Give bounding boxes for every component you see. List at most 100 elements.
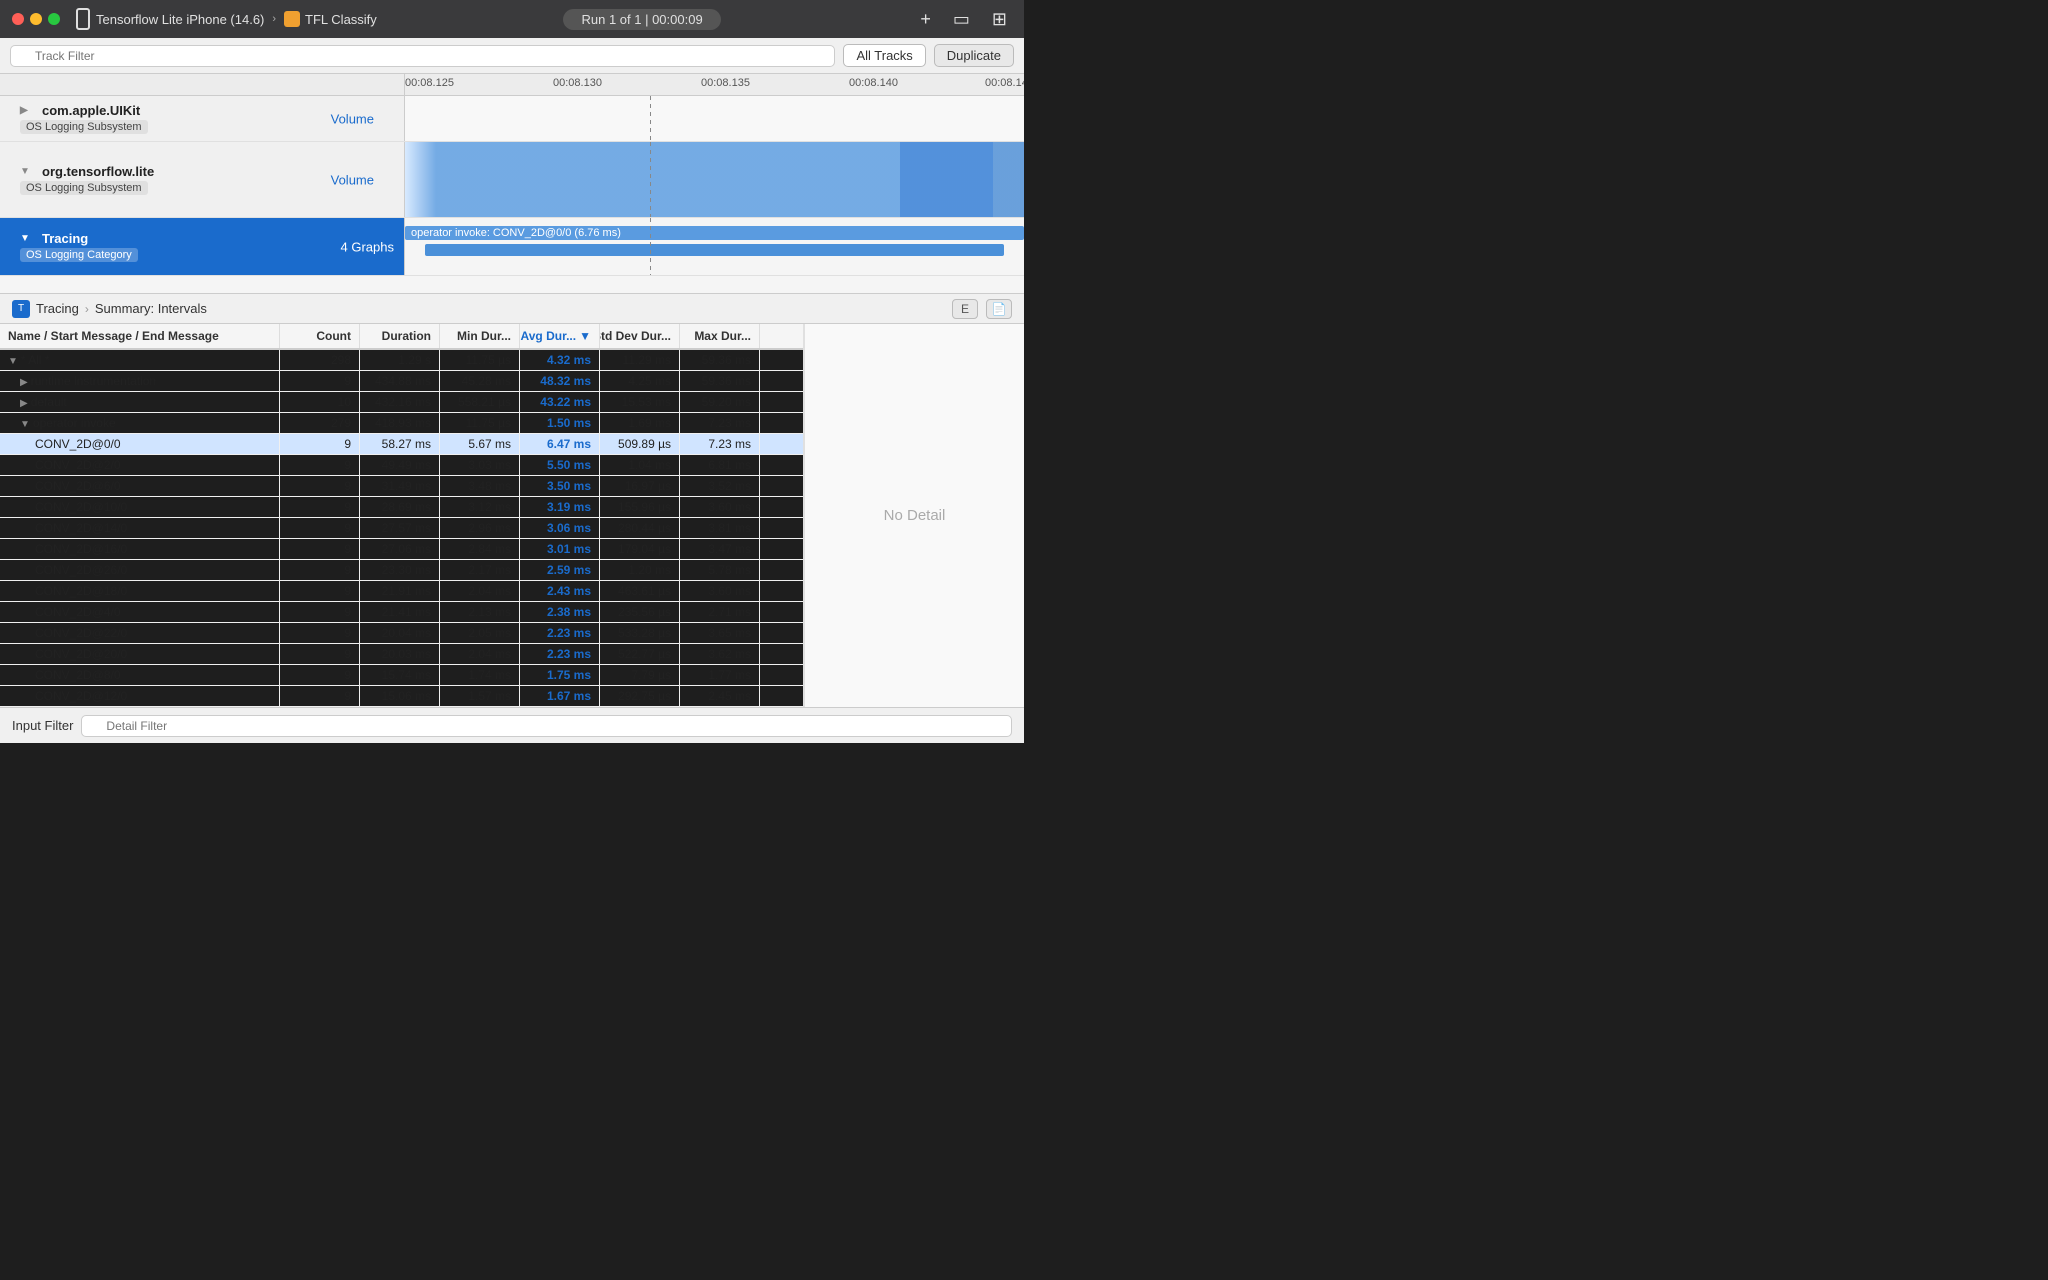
all-tracks-button[interactable]: All Tracks [843, 44, 925, 67]
td-duration: 31.49 ms [360, 476, 440, 496]
table-row[interactable]: CONV_2D@18/0 9 21.91 ms 2.04 ms 2.43 ms … [0, 581, 803, 602]
td-min-dur: 2.17 ms [440, 560, 520, 580]
td-count: 9 [280, 665, 360, 685]
tracing-expand-icon[interactable]: ▼ [20, 233, 34, 244]
export-table-button[interactable]: E [952, 299, 978, 319]
th-name-label: Name / Start Message / End Message [8, 329, 219, 343]
th-std-dev[interactable]: Std Dev Dur... [600, 324, 680, 348]
th-duration[interactable]: Duration [360, 324, 440, 348]
td-avg-dur: 5.50 ms [520, 455, 600, 475]
minimize-button[interactable] [30, 13, 42, 25]
tracing-cursor [650, 218, 651, 275]
td-duration: 15.06 ms [360, 686, 440, 706]
td-max-dur: 3.60 ms [680, 497, 760, 517]
td-avg-dur: 4.32 ms [520, 350, 600, 370]
device-name: Tensorflow Lite iPhone (14.6) [96, 12, 264, 27]
td-count: 9 [280, 455, 360, 475]
row-expand-icon[interactable]: ▼ [20, 419, 30, 430]
td-avg-dur: 43.22 ms [520, 392, 600, 412]
th-max-dur[interactable]: Max Dur... [680, 324, 760, 348]
uikit-expand-icon[interactable]: ▶ [20, 105, 34, 116]
table-row[interactable]: ▶runtime instrumentation 9 434.88 ms 45.… [0, 371, 803, 392]
row-expand-icon[interactable]: ▶ [20, 398, 28, 409]
breadcrumb-section: Tracing [36, 301, 79, 316]
td-max-dur: 2.45 ms [680, 686, 760, 706]
table-row[interactable]: CONV_2D@12/0 9 15.06 ms 1.57 ms 1.67 ms … [0, 686, 803, 707]
td-min-dur: 558.21 µs [440, 392, 520, 412]
table-row[interactable]: CONV_2D@4/0 9 21.41 ms 2.13 ms 2.38 ms 2… [0, 602, 803, 623]
detail-filter-input[interactable] [81, 715, 1012, 737]
td-min-dur: 2.84 ms [440, 539, 520, 559]
td-duration: 418.93 ms [360, 413, 440, 433]
td-name: CONV_2D@8/0 [0, 665, 280, 685]
td-avg-dur: 2.38 ms [520, 602, 600, 622]
td-avg-dur: 6.47 ms [520, 434, 600, 454]
td-min-dur: 2.13 ms [440, 602, 520, 622]
tensorflow-expand-icon[interactable]: ▼ [20, 166, 34, 177]
td-max-dur: 3.47 ms [680, 539, 760, 559]
td-std-dev: 292.75 µs [600, 686, 680, 706]
td-duration: 27.06 ms [360, 539, 440, 559]
table-row[interactable]: CONV_2D@22/0 9 20.04 ms 2.05 ms 2.23 ms … [0, 623, 803, 644]
detail-filter-wrap: ⊜ [81, 715, 1012, 737]
td-std-dev: 463.61 µs [600, 581, 680, 601]
td-max-dur: 2.71 ms [680, 602, 760, 622]
tracing-name: Tracing [42, 231, 88, 246]
th-count[interactable]: Count [280, 324, 360, 348]
close-button[interactable] [12, 13, 24, 25]
time-mark-4: 00:08.145 [985, 77, 1024, 89]
sort-arrow-icon: ▼ [579, 329, 591, 343]
table-row[interactable]: ▼operator invoke 279 418.93 ms 11.75 µs … [0, 413, 803, 434]
td-std-dev: 15.53 ms [600, 392, 680, 412]
fullscreen-button[interactable] [48, 13, 60, 25]
table-row[interactable]: CONV_2D@6/0 9 31.49 ms 3.48 ms 3.50 ms 1… [0, 476, 803, 497]
table-row[interactable]: CONV_2D@8/0 9 15.74 ms 1.74 ms 1.75 ms 7… [0, 665, 803, 686]
td-count: 9 [280, 497, 360, 517]
table-row[interactable]: ▼* All * 298 1.29 s 11.75 µs 4.32 ms 11.… [0, 350, 803, 371]
td-std-dev: 1.69 ms [600, 413, 680, 433]
td-count: 9 [280, 644, 360, 664]
td-std-dev: 522.77 µs [600, 644, 680, 664]
table-row[interactable]: CONV_2D@16/0 9 27.06 ms 2.84 ms 3.01 ms … [0, 539, 803, 560]
layout-button[interactable]: ▭ [948, 8, 975, 30]
td-std-dev: 280.44 µs [600, 518, 680, 538]
breadcrumb-icon-text: T [18, 303, 24, 314]
td-std-dev: 1.04 ms [600, 455, 680, 475]
th-min-dur-label: Min Dur... [457, 329, 511, 343]
row-expand-icon[interactable]: ▶ [20, 377, 28, 388]
td-name: CONV_2D@4/0 [0, 602, 280, 622]
table-row[interactable]: CONV_2D@10/0 9 28.69 ms 3.12 ms 3.19 ms … [0, 497, 803, 518]
td-std-dev: 509.89 µs [600, 434, 680, 454]
row-expand-icon[interactable]: ▼ [8, 356, 18, 367]
td-duration: 432.16 ms [360, 392, 440, 412]
track-filter-input[interactable] [10, 45, 835, 67]
td-min-dur: 2.96 ms [440, 518, 520, 538]
table-row[interactable]: CONV_2D@2/0 9 49.49 ms 3.03 ms 5.50 ms 1… [0, 455, 803, 476]
table-row[interactable]: CONV_2D@0/0 9 58.27 ms 5.67 ms 6.47 ms 5… [0, 434, 803, 455]
td-min-dur: 3.48 ms [440, 476, 520, 496]
uikit-name: com.apple.UIKit [42, 103, 140, 118]
td-max-dur: 5.78 ms [680, 560, 760, 580]
table-row[interactable]: CONV_2D@14/0 9 27.57 ms 2.96 ms 3.06 ms … [0, 518, 803, 539]
table-row[interactable]: CONV_2D@26/0 9 23.30 ms 2.17 ms 2.59 ms … [0, 560, 803, 581]
device-label: Tensorflow Lite iPhone (14.6) [76, 8, 264, 30]
duplicate-button[interactable]: Duplicate [934, 44, 1014, 67]
tensorflow-name: org.tensorflow.lite [42, 164, 154, 179]
th-avg-dur-label: Avg Dur... [521, 329, 577, 343]
td-count: 9 [280, 602, 360, 622]
add-button[interactable]: + [915, 8, 936, 30]
td-std-dev: 1.20 ms [600, 560, 680, 580]
table-row[interactable]: CONV_2D@20/0 9 20.03 ms 2.04 ms 2.23 ms … [0, 644, 803, 665]
export-doc-button[interactable]: 📄 [986, 299, 1012, 319]
td-std-dev: 533.28 µs [600, 623, 680, 643]
detail-panel: No Detail [804, 324, 1024, 707]
th-avg-dur[interactable]: Avg Dur... ▼ [520, 324, 600, 348]
th-min-dur[interactable]: Min Dur... [440, 324, 520, 348]
table-row[interactable]: ▶default 10 432.16 ms 558.21 µs 43.22 ms… [0, 392, 803, 413]
td-avg-dur: 2.59 ms [520, 560, 600, 580]
panels-button[interactable]: ⊞ [987, 8, 1012, 30]
tracing-content: operator invoke: CONV_2D@0/0 (6.76 ms) [405, 218, 1024, 275]
th-name[interactable]: Name / Start Message / End Message [0, 324, 280, 348]
uikit-volume-label: Volume [331, 111, 374, 126]
td-duration: 1.29 s [360, 350, 440, 370]
